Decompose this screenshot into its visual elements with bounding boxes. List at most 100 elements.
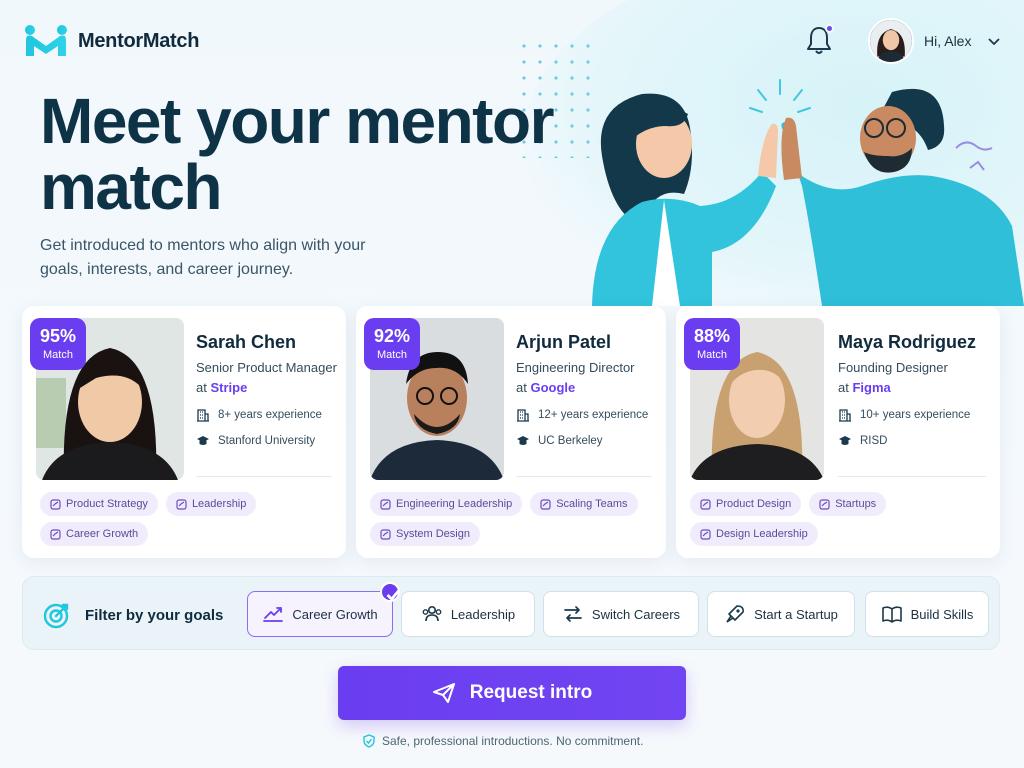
request-intro-button[interactable]: Request intro xyxy=(338,666,686,720)
mentor-name: Maya Rodriguez xyxy=(838,332,977,352)
page-title: Meet your mentor match xyxy=(40,85,554,223)
tag-label: Product Strategy xyxy=(66,498,148,510)
tag-label: Engineering Leadership xyxy=(396,498,513,510)
mentor-name: Arjun Patel xyxy=(516,332,612,352)
tag-list: Product Design Startups Design Leadershi… xyxy=(690,492,986,546)
school-row: Stanford University xyxy=(196,434,315,448)
tag-icon xyxy=(176,498,187,510)
role-title: Founding Designer xyxy=(838,360,948,375)
chip-label: Start a Startup xyxy=(754,606,838,622)
experience-row: 10+ years experience xyxy=(838,408,970,422)
school-row: RISD xyxy=(838,434,887,448)
school-text: RISD xyxy=(860,435,888,447)
chevron-down-icon xyxy=(988,38,1001,46)
tag-list: Engineering Leadership Scaling Teams Sys… xyxy=(370,492,652,546)
tag-label: Leadership xyxy=(191,498,247,510)
role-at: at xyxy=(196,380,207,395)
avatar xyxy=(868,18,914,64)
users-icon xyxy=(422,605,442,622)
divider xyxy=(838,476,986,477)
company-name: Stripe xyxy=(210,380,248,395)
tag-icon xyxy=(380,528,391,540)
company-name: Figma xyxy=(852,380,891,395)
tag[interactable]: Scaling Teams xyxy=(530,492,638,516)
experience-text: 10+ years experience xyxy=(860,409,971,421)
match-badge: 95% Match xyxy=(30,318,86,370)
tag-label: Startups xyxy=(835,498,877,510)
chip-label: Leadership xyxy=(450,606,516,622)
match-percent: 95% xyxy=(39,326,77,346)
safety-note-text: Safe, professional introductions. No com… xyxy=(382,734,644,748)
selected-check-icon xyxy=(380,582,400,602)
tag[interactable]: Startups xyxy=(809,492,887,516)
send-icon xyxy=(432,683,455,703)
tag[interactable]: Leadership xyxy=(165,492,257,516)
mentor-card-arjun-patel[interactable]: 92% Match Arjun Patel Engineering Direct… xyxy=(356,306,666,558)
school-text: Stanford University xyxy=(218,435,316,447)
building-icon xyxy=(839,409,851,422)
building-icon xyxy=(517,409,529,422)
filter-chip-start-a-startup[interactable]: Start a Startup xyxy=(707,591,855,637)
tag-icon xyxy=(380,498,391,510)
swap-icon xyxy=(564,606,582,622)
role-at: at xyxy=(838,380,849,395)
tag-label: System Design xyxy=(396,528,470,540)
tag[interactable]: Product Strategy xyxy=(40,492,158,516)
tag-icon xyxy=(819,498,830,510)
filter-label-text: Filter by your goals xyxy=(85,606,224,624)
mentor-card-maya-rodriguez[interactable]: 88% Match Maya Rodriguez Founding Design… xyxy=(676,306,1000,558)
tag-label: Scaling Teams xyxy=(556,498,628,510)
tag[interactable]: Engineering Leadership xyxy=(370,492,523,516)
user-menu[interactable]: Hi, Alex xyxy=(868,18,1001,64)
match-percent: 92% xyxy=(373,326,411,346)
experience-text: 8+ years experience xyxy=(218,409,322,421)
tag-label: Design Leadership xyxy=(716,528,808,540)
tag[interactable]: System Design xyxy=(370,522,480,546)
tag-label: Career Growth xyxy=(66,528,139,540)
shield-check-icon xyxy=(363,734,375,748)
graduation-cap-icon xyxy=(197,436,209,445)
tag-icon xyxy=(540,498,551,510)
filter-chip-switch-careers[interactable]: Switch Careers xyxy=(543,591,699,637)
tag[interactable]: Product Design xyxy=(690,492,802,516)
goal-filter-bar: Filter by your goals Career Growth Leade… xyxy=(22,576,1000,650)
tag[interactable]: Career Growth xyxy=(40,522,149,546)
filter-label: Filter by your goals xyxy=(43,601,223,629)
mentor-name: Sarah Chen xyxy=(196,332,297,352)
mentor-card-sarah-chen[interactable]: 95% Match Sarah Chen Senior Product Mana… xyxy=(22,306,346,558)
filter-chip-leadership[interactable]: Leadership xyxy=(401,591,535,637)
match-badge: 92% Match xyxy=(364,318,420,370)
page: MentorMatch Hi, Alex Meet your mentor ma… xyxy=(0,0,1024,768)
tag[interactable]: Design Leadership xyxy=(690,522,818,546)
experience-row: 12+ years experience xyxy=(516,408,648,422)
filter-chip-build-skills[interactable]: Build Skills xyxy=(865,591,989,637)
mentor-role: Senior Product Manager at Stripe xyxy=(196,358,342,398)
tag-label: Product Design xyxy=(716,498,792,510)
notifications-button[interactable] xyxy=(804,24,834,56)
match-badge: 88% Match xyxy=(684,318,740,370)
chip-label: Switch Careers xyxy=(591,606,681,622)
request-intro-label: Request intro xyxy=(469,682,593,703)
safety-note: Safe, professional introductions. No com… xyxy=(362,734,643,748)
match-label: Match xyxy=(377,349,407,361)
role-title: Senior Product Manager xyxy=(196,360,337,375)
tag-icon xyxy=(50,498,61,510)
logo-mark-icon xyxy=(25,25,67,56)
experience-row: 8+ years experience xyxy=(196,408,322,422)
divider xyxy=(516,476,652,477)
building-icon xyxy=(197,409,209,422)
brand-name: MentorMatch xyxy=(78,29,200,52)
high-five-illustration xyxy=(592,79,1024,306)
trend-up-icon xyxy=(263,607,284,622)
match-label: Match xyxy=(43,349,73,361)
match-label: Match xyxy=(697,349,727,361)
role-title: Engineering Director xyxy=(516,360,635,375)
mentor-role: Founding Designer at Figma xyxy=(838,358,984,398)
match-percent: 88% xyxy=(693,326,731,346)
logo[interactable]: MentorMatch xyxy=(24,24,199,58)
experience-text: 12+ years experience xyxy=(538,409,649,421)
divider xyxy=(196,476,332,477)
notification-dot xyxy=(825,24,834,33)
filter-chip-career-growth[interactable]: Career Growth xyxy=(247,582,400,637)
hero-subtitle: Get introduced to mentors who align with… xyxy=(40,237,366,278)
